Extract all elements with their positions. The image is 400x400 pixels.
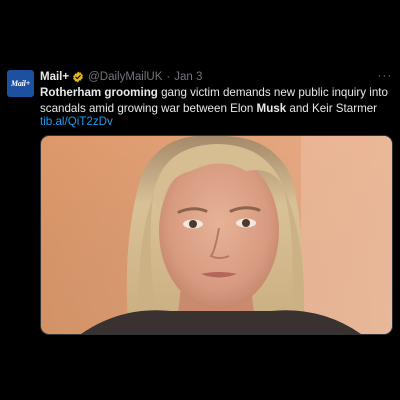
display-name[interactable]: Mail+ xyxy=(40,71,69,83)
tweet-date[interactable]: Jan 3 xyxy=(174,71,202,83)
text-body-2: and Keir Starmer xyxy=(286,101,378,115)
more-options-icon[interactable]: ··· xyxy=(377,68,393,82)
tweet-link[interactable]: tib.al/QiT2zDv xyxy=(40,114,113,129)
tweet-header: Mail+ @DailyMailUK · Jan 3 xyxy=(40,69,202,85)
verified-badge-icon xyxy=(72,71,84,83)
text-highlight-1: Rotherham grooming xyxy=(40,86,158,99)
separator-dot: · xyxy=(166,71,171,83)
tweet-text: Rotherham grooming gang victim demands n… xyxy=(40,85,390,116)
handle[interactable]: @DailyMailUK xyxy=(88,71,162,83)
avatar[interactable]: Mail+ xyxy=(7,70,34,97)
tweet-image[interactable] xyxy=(40,135,393,335)
photo-of-woman-icon xyxy=(41,136,392,334)
avatar-label: Mail+ xyxy=(10,79,31,88)
text-highlight-2: Musk xyxy=(256,101,287,115)
